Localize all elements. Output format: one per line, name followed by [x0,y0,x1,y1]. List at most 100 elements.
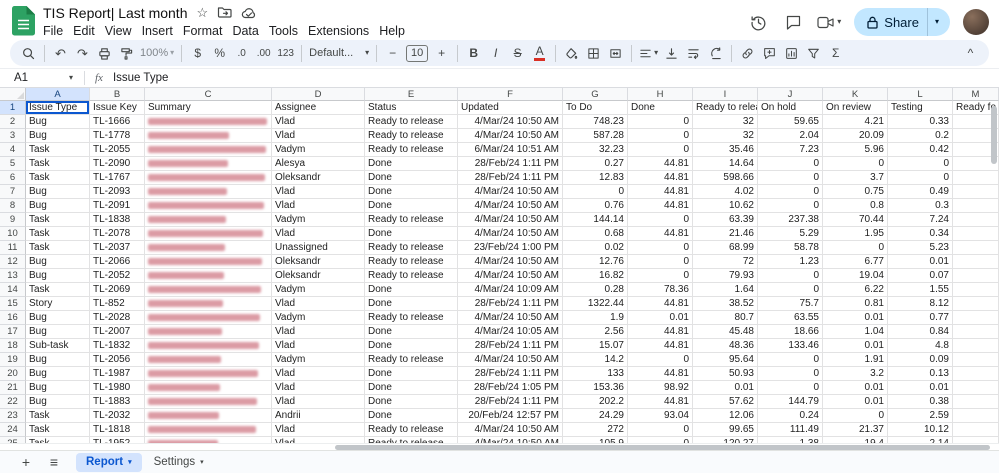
cell-G4[interactable]: 32.23 [563,143,628,157]
cell-C3[interactable] [145,129,272,143]
row-header-16[interactable]: 16 [0,311,26,325]
cell-I24[interactable]: 99.65 [693,423,758,437]
cell-A11[interactable]: Task [26,241,90,255]
undo-button[interactable]: ↶ [50,42,71,64]
menu-help[interactable]: Help [374,24,410,38]
cell-K24[interactable]: 21.37 [823,423,888,437]
cell-I6[interactable]: 598.66 [693,171,758,185]
cell-A4[interactable]: Task [26,143,90,157]
cell-C5[interactable] [145,157,272,171]
cell-E11[interactable]: Ready to release [365,241,458,255]
move-folder-icon[interactable] [217,5,232,20]
cell-A5[interactable]: Task [26,157,90,171]
cloud-saved-icon[interactable] [241,6,257,20]
cell-E22[interactable]: Done [365,395,458,409]
cell-C20[interactable] [145,367,272,381]
cell-J22[interactable]: 144.79 [758,395,823,409]
cell-J20[interactable]: 0 [758,367,823,381]
zoom-select[interactable]: 100%▾ [138,42,176,64]
version-history-icon[interactable] [747,11,769,33]
cell-F4[interactable]: 6/Mar/24 10:51 AM [458,143,563,157]
cell-F17[interactable]: 4/Mar/24 10:05 AM [458,325,563,339]
cell-B10[interactable]: TL-2078 [90,227,145,241]
cell-H21[interactable]: 98.92 [628,381,693,395]
row-header-1[interactable]: 1 [0,101,26,115]
cell-K11[interactable]: 0 [823,241,888,255]
cell-I19[interactable]: 95.64 [693,353,758,367]
cell-H24[interactable]: 0 [628,423,693,437]
cell-I22[interactable]: 57.62 [693,395,758,409]
cell-E9[interactable]: Ready to release [365,213,458,227]
cell-F2[interactable]: 4/Mar/24 10:50 AM [458,115,563,129]
column-header-M[interactable]: M [953,88,999,101]
merge-cells-button[interactable] [605,42,626,64]
cell-F9[interactable]: 4/Mar/24 10:50 AM [458,213,563,227]
cell-K1[interactable]: On review [823,101,888,115]
cell-E1[interactable]: Status [365,101,458,115]
cell-G6[interactable]: 12.83 [563,171,628,185]
cell-H22[interactable]: 44.81 [628,395,693,409]
cell-A19[interactable]: Bug [26,353,90,367]
cell-C9[interactable] [145,213,272,227]
comments-icon[interactable] [782,11,804,33]
cell-H2[interactable]: 0 [628,115,693,129]
cell-E5[interactable]: Done [365,157,458,171]
cell-A16[interactable]: Bug [26,311,90,325]
row-header-19[interactable]: 19 [0,353,26,367]
cell-D15[interactable]: Vlad [272,297,365,311]
cell-B19[interactable]: TL-2056 [90,353,145,367]
cell-A14[interactable]: Task [26,283,90,297]
cell-D22[interactable]: Vlad [272,395,365,409]
bold-button[interactable]: B [463,42,484,64]
cell-D5[interactable]: Alesya [272,157,365,171]
row-header-9[interactable]: 9 [0,213,26,227]
cell-G9[interactable]: 144.14 [563,213,628,227]
cell-C7[interactable] [145,185,272,199]
column-header-D[interactable]: D [272,88,365,101]
cell-A24[interactable]: Task [26,423,90,437]
row-header-6[interactable]: 6 [0,171,26,185]
cell-D2[interactable]: Vlad [272,115,365,129]
cell-G12[interactable]: 12.76 [563,255,628,269]
row-header-22[interactable]: 22 [0,395,26,409]
cell-E12[interactable]: Ready to release [365,255,458,269]
cell-G19[interactable]: 14.2 [563,353,628,367]
cell-C4[interactable] [145,143,272,157]
cell-B24[interactable]: TL-1818 [90,423,145,437]
cell-C15[interactable] [145,297,272,311]
cell-I18[interactable]: 48.36 [693,339,758,353]
cell-H23[interactable]: 93.04 [628,409,693,423]
cell-K5[interactable]: 0 [823,157,888,171]
cell-J6[interactable]: 0 [758,171,823,185]
cell-B21[interactable]: TL-1980 [90,381,145,395]
cell-I4[interactable]: 35.46 [693,143,758,157]
cell-J5[interactable]: 0 [758,157,823,171]
strikethrough-button[interactable]: S [507,42,528,64]
column-header-C[interactable]: C [145,88,272,101]
cell-H17[interactable]: 44.81 [628,325,693,339]
cell-I5[interactable]: 14.64 [693,157,758,171]
column-header-J[interactable]: J [758,88,823,101]
cell-C21[interactable] [145,381,272,395]
cell-F10[interactable]: 4/Mar/24 10:50 AM [458,227,563,241]
cell-G23[interactable]: 24.29 [563,409,628,423]
collapse-toolbar-button[interactable]: ^ [960,42,981,64]
cell-E7[interactable]: Done [365,185,458,199]
cell-A8[interactable]: Bug [26,199,90,213]
text-color-button[interactable]: A [529,42,550,64]
cell-F15[interactable]: 28/Feb/24 1:11 PM [458,297,563,311]
cell-D20[interactable]: Vlad [272,367,365,381]
sheets-logo-icon[interactable] [12,6,35,36]
cell-D3[interactable]: Vlad [272,129,365,143]
column-header-L[interactable]: L [888,88,953,101]
cell-J9[interactable]: 237.38 [758,213,823,227]
row-header-7[interactable]: 7 [0,185,26,199]
cell-H11[interactable]: 0 [628,241,693,255]
cell-L24[interactable]: 10.12 [888,423,953,437]
row-header-12[interactable]: 12 [0,255,26,269]
cell-F7[interactable]: 4/Mar/24 10:50 AM [458,185,563,199]
cell-H18[interactable]: 44.81 [628,339,693,353]
cell-C10[interactable] [145,227,272,241]
cell-A2[interactable]: Bug [26,115,90,129]
cell-A21[interactable]: Bug [26,381,90,395]
